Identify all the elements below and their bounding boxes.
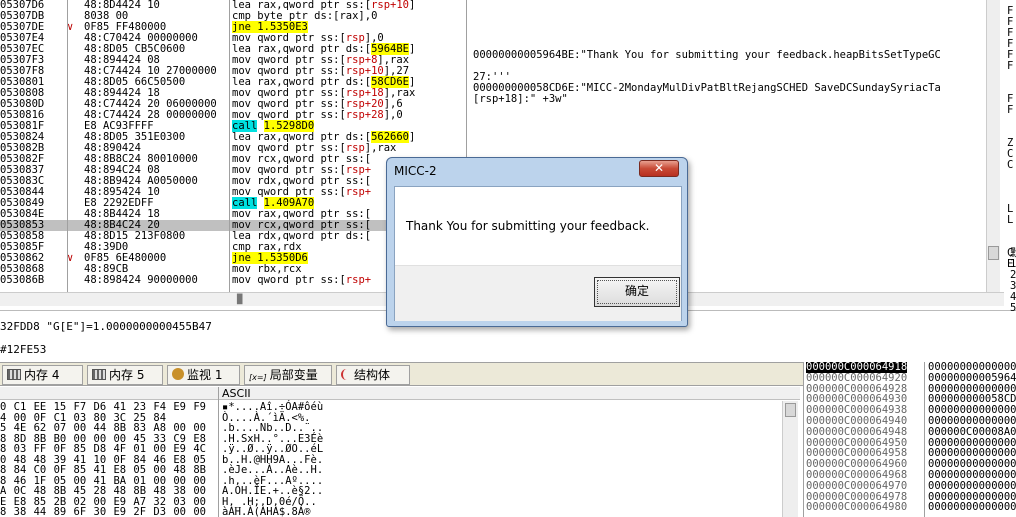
dump-hex: 8 38 44 89 6F 30 E9 2F D3 00 00 bbox=[0, 506, 206, 517]
dump-header: ASCII bbox=[0, 387, 800, 400]
disasm-instruction: mov qword ptr ss:[rsp+ bbox=[232, 275, 371, 286]
disasm-address: 053086B bbox=[0, 274, 45, 286]
instruction-part: ] bbox=[409, 43, 416, 55]
dialog-message: Thank You for submitting your feedback. bbox=[406, 219, 650, 233]
struct-icon bbox=[341, 369, 351, 380]
dialog-button-area: 确定 bbox=[395, 265, 681, 321]
tab-label: 内存 4 bbox=[24, 368, 60, 382]
memory-icon bbox=[7, 369, 21, 380]
dump-scrollbar[interactable] bbox=[782, 401, 798, 517]
locals-icon: [x=] bbox=[249, 373, 267, 382]
dialog-title: MICC-2 bbox=[394, 164, 437, 178]
dump-scrollbar-thumb[interactable] bbox=[785, 403, 796, 417]
dialog-body: Thank You for submitting your feedback. … bbox=[394, 186, 682, 321]
disasm-bytes: 48:898424 90000000 bbox=[84, 274, 198, 286]
stack-row[interactable]: 000000C000064980 0000000000000000 bbox=[804, 502, 1016, 513]
close-icon: ✕ bbox=[653, 161, 665, 175]
dump-rows: 0 C1 EE 15 F7 D6 41 23 F4 E9 F9 ▪*....Aî.… bbox=[0, 402, 800, 517]
tab-3[interactable]: 监视 1 bbox=[167, 365, 240, 385]
disasm-scrollbar[interactable] bbox=[986, 0, 1000, 292]
tab-2[interactable]: 内存 5 bbox=[87, 365, 163, 385]
instruction-part: rsp+28 bbox=[345, 109, 384, 121]
tab-label: 结构体 bbox=[354, 368, 391, 382]
dump-ascii: àÀH.À(ÀHÀ$.8Á® bbox=[222, 506, 311, 517]
tab-5[interactable]: 结构体 bbox=[336, 365, 410, 385]
call-stack-index: 5 bbox=[1010, 302, 1016, 314]
instruction-part: mov qword ptr ss:[ bbox=[232, 274, 346, 286]
tab-label: 监视 1 bbox=[187, 368, 223, 382]
instruction-part: rsp+ bbox=[345, 186, 372, 198]
instruction-part: ] bbox=[409, 0, 416, 11]
ok-button[interactable]: 确定 bbox=[594, 277, 680, 307]
stack-address: 000000C000064980 bbox=[806, 501, 908, 514]
ascii-column-header: ASCII bbox=[222, 387, 251, 400]
tab-label: 局部变量 bbox=[269, 368, 318, 382]
comment-line: [rsp+18]:" +3w" bbox=[473, 93, 568, 105]
stack-value: 0000000000000000 bbox=[928, 501, 1016, 514]
register-flag: F bbox=[1007, 60, 1014, 72]
message-dialog: MICC-2 ✕ Thank You for submitting your f… bbox=[386, 157, 688, 327]
tab-1[interactable]: 内存 4 bbox=[2, 365, 83, 385]
scroll-grip-icon: █ bbox=[237, 295, 243, 305]
close-button[interactable]: ✕ bbox=[639, 160, 679, 177]
instruction-part: rsp+ bbox=[345, 274, 372, 286]
disasm-bytes-divider bbox=[229, 0, 230, 292]
disasm-arrow-divider bbox=[67, 0, 68, 292]
info-line-1: 32FDD8 "G[E"]=1.0000000000455B47 bbox=[0, 320, 212, 333]
tab-label: 内存 5 bbox=[109, 368, 145, 382]
comment-line: 00000000005964BE:"Thank You for submitti… bbox=[473, 49, 941, 61]
tab-4[interactable]: [x=] 局部变量 bbox=[244, 365, 332, 385]
memory-icon bbox=[92, 369, 106, 380]
scrollbar-thumb[interactable] bbox=[988, 246, 999, 260]
memory-dump-panel[interactable]: ASCII 0 C1 EE 15 F7 D6 41 23 F4 E9 F9 ▪*.… bbox=[0, 387, 800, 517]
register-flag: C bbox=[1007, 159, 1014, 171]
register-flag: L bbox=[1007, 214, 1014, 226]
stack-panel[interactable]: 000000C0000649180000000000000000000000C0… bbox=[803, 362, 1016, 517]
stack-divider bbox=[924, 362, 925, 517]
instruction-part: ],0 bbox=[383, 109, 403, 121]
register-flag: F bbox=[1007, 104, 1014, 116]
watch-icon bbox=[172, 368, 184, 380]
info-line-2: #12FE53 bbox=[0, 343, 47, 356]
instruction-part: ] bbox=[409, 131, 416, 143]
